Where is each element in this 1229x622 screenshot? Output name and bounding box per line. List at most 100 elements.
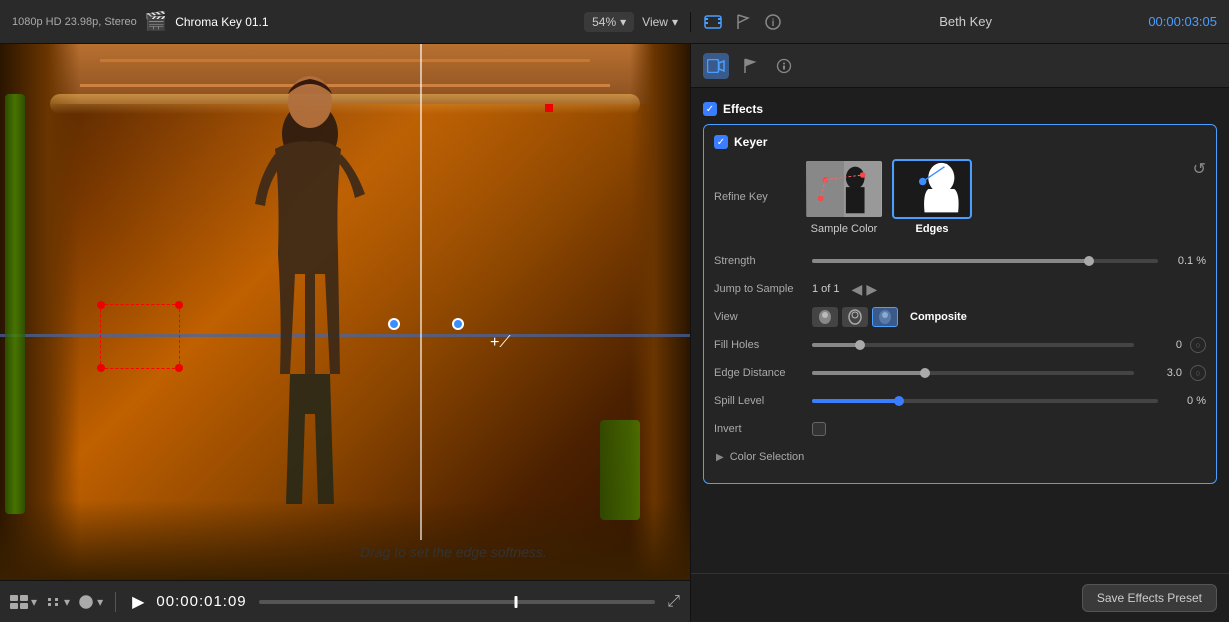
main-area: +⟋ ▾ ▾ — [0, 44, 1229, 622]
zoom-value: 54% — [592, 15, 616, 29]
view-outline-icon — [845, 309, 865, 325]
sample-dot-tr[interactable] — [175, 301, 183, 309]
zoom-control[interactable]: 54% ▾ — [584, 12, 634, 32]
view-row-label: View — [714, 311, 804, 323]
speed-btn[interactable]: ▾ — [78, 595, 103, 609]
sample-box[interactable] — [100, 304, 180, 369]
inspector-flag-icon[interactable] — [737, 53, 763, 79]
effects-header: ✓ Effects — [703, 102, 1217, 116]
inspector-content: ✓ Effects ✓ Keyer Refine Key — [691, 88, 1229, 573]
strength-fill — [812, 259, 1089, 263]
flag-mode-icon[interactable] — [733, 12, 753, 32]
film-mode-icon[interactable] — [703, 12, 723, 32]
invert-row: Invert — [714, 415, 1206, 443]
scrubber-thumb[interactable] — [515, 596, 518, 608]
save-effects-preset-button[interactable]: Save Effects Preset — [1082, 584, 1217, 612]
view-thumbs — [812, 307, 898, 327]
edge-handle-right[interactable] — [452, 318, 464, 330]
inspector-info-icon[interactable] — [771, 53, 797, 79]
edges-label: Edges — [915, 223, 948, 235]
clip-name[interactable]: Chroma Key 01.1 — [175, 15, 268, 29]
jump-prev-arrow[interactable]: ◀ — [852, 281, 863, 298]
play-button[interactable]: ▶ — [132, 592, 144, 612]
view-chevron-icon: ▾ — [31, 595, 37, 609]
fill-holes-row: Fill Holes 0 ○ — [714, 331, 1206, 359]
person-silhouette — [240, 74, 380, 514]
view-alpha-btn[interactable] — [812, 307, 838, 327]
jump-next-arrow[interactable]: ▶ — [866, 281, 877, 298]
keyer-checkbox[interactable]: ✓ — [714, 135, 728, 149]
video-meta: 1080p HD 23.98p, Stereo — [12, 16, 137, 28]
color-selection-row[interactable]: ▶ Color Selection — [714, 443, 1206, 471]
spill-level-row: Spill Level 0 % — [714, 387, 1206, 415]
inspector-video-icon[interactable] — [703, 53, 729, 79]
edges-thumbnail[interactable] — [892, 159, 972, 219]
invert-checkbox[interactable] — [812, 422, 826, 436]
edge-distance-value: 3.0 — [1142, 367, 1182, 379]
sample-color-thumbnail[interactable] — [804, 159, 884, 219]
spill-level-label: Spill Level — [714, 395, 804, 407]
svg-text:i: i — [772, 18, 775, 29]
playback-timecode: 00:00:01:09 — [156, 593, 246, 610]
spill-level-thumb[interactable] — [894, 396, 904, 406]
view-alpha-icon — [815, 309, 835, 325]
sample-dot-br[interactable] — [175, 364, 183, 372]
timecode-static: 00:00:0 — [1148, 14, 1191, 29]
fill-holes-slider[interactable] — [812, 343, 1134, 347]
fill-holes-label: Fill Holes — [714, 339, 804, 351]
edge-distance-slider[interactable] — [812, 371, 1134, 375]
video-canvas[interactable]: +⟋ — [0, 44, 690, 580]
view-composite-btn[interactable] — [872, 307, 898, 327]
top-bar-right: i Beth Key 00:00:03:05 — [690, 12, 1229, 32]
fill-holes-reset[interactable]: ○ — [1190, 337, 1206, 353]
info-mode-icon[interactable]: i — [763, 12, 783, 32]
effects-title: Effects — [723, 102, 763, 116]
strength-row: Strength 0.1 % — [714, 247, 1206, 275]
spill-level-value: 0 % — [1166, 395, 1206, 407]
view-row: View — [714, 303, 1206, 331]
edge-handle-left[interactable] — [388, 318, 400, 330]
sample-dot-top — [545, 104, 553, 112]
effects-checkbox[interactable]: ✓ — [703, 102, 717, 116]
film-icon: 🎬 — [145, 11, 167, 32]
keyer-title: Keyer — [734, 135, 767, 149]
inspector-mode-icons: i — [703, 12, 783, 32]
refine-key-reset[interactable]: ↺ — [1193, 159, 1206, 179]
view-mode-btn[interactable]: ▾ — [10, 595, 37, 609]
strength-thumb[interactable] — [1084, 256, 1094, 266]
keyer-header: ✓ Keyer — [714, 135, 1206, 149]
trim-btn[interactable]: ▾ — [45, 595, 70, 609]
sample-color-option[interactable]: Sample Color — [804, 159, 884, 235]
spill-level-slider[interactable] — [812, 399, 1158, 403]
effects-section: ✓ Effects ✓ Keyer Refine Key — [691, 96, 1229, 490]
view-outline-btn[interactable] — [842, 307, 868, 327]
sample-dot-tl[interactable] — [97, 301, 105, 309]
sample-color-svg — [806, 161, 882, 217]
control-divider — [115, 592, 116, 612]
fill-holes-thumb[interactable] — [855, 340, 865, 350]
edges-option[interactable]: Edges — [892, 159, 972, 235]
inspector-panel: ✓ Effects ✓ Keyer Refine Key — [690, 44, 1229, 622]
edge-softness-line[interactable] — [420, 44, 422, 540]
scrubber-bar[interactable] — [259, 600, 656, 604]
strength-slider[interactable] — [812, 259, 1158, 263]
green-cable-right — [600, 420, 640, 520]
fullscreen-button[interactable]: ⤢ — [667, 593, 680, 611]
edges-svg — [894, 161, 970, 217]
edge-distance-fill — [812, 371, 925, 375]
timecode-highlight: 3:05 — [1192, 14, 1217, 29]
cursor-crosshair: +⟋ — [490, 334, 511, 352]
inspector-top-bar — [691, 44, 1229, 88]
edge-distance-thumb[interactable] — [920, 368, 930, 378]
invert-label: Invert — [714, 423, 804, 435]
speed-chevron-icon: ▾ — [97, 595, 103, 609]
zoom-chevron-icon: ▾ — [620, 15, 626, 29]
green-cable-left — [5, 94, 25, 514]
fill-holes-value: 0 — [1142, 339, 1182, 351]
view-label: View — [642, 15, 668, 29]
top-bar-left: 1080p HD 23.98p, Stereo 🎬 Chroma Key 01.… — [0, 11, 690, 32]
sample-dot-bl[interactable] — [97, 364, 105, 372]
edge-distance-reset[interactable]: ○ — [1190, 365, 1206, 381]
view-chevron-icon: ▾ — [672, 15, 678, 29]
view-control[interactable]: View ▾ — [642, 15, 678, 29]
